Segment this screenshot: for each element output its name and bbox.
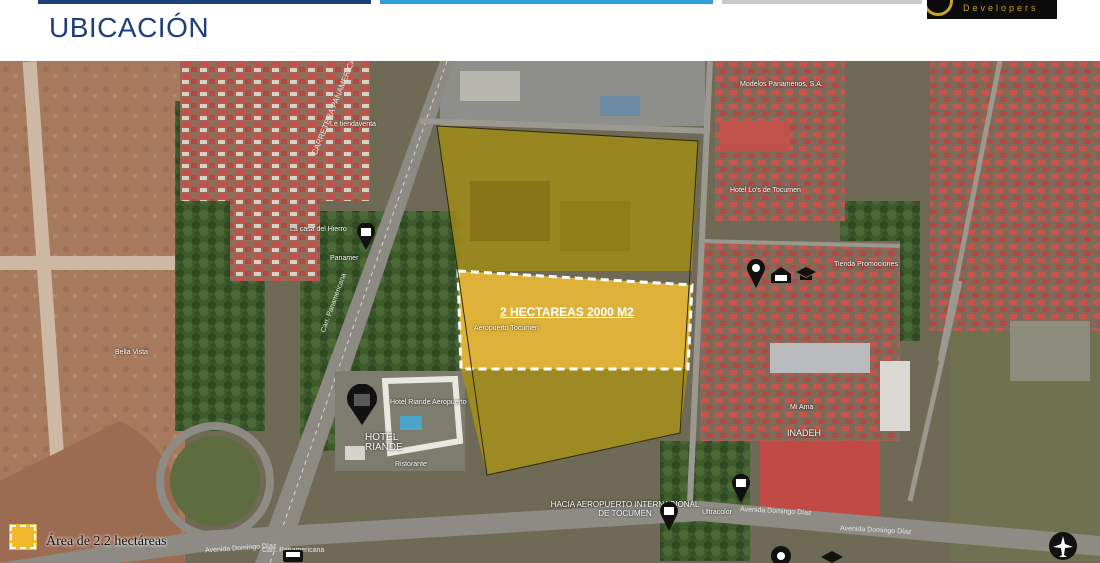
- place-label: Aeropuerto Tocumen: [474, 325, 539, 332]
- satellite-map: 2 HECTAREAS 2000 M2 Modelos Panamenos, S…: [0, 61, 1100, 563]
- place-label: Tienda Promociones: [834, 261, 898, 268]
- bus-stop-icon: [732, 474, 750, 503]
- area-size-label: 2 HECTAREAS 2000 M2: [500, 305, 634, 319]
- place-label: Ultracolor: [702, 509, 732, 516]
- bus-stop-icon: [357, 223, 375, 250]
- school-icon: [796, 267, 816, 280]
- map-pin-icon: [347, 384, 377, 425]
- bus-stop-icon: [660, 502, 678, 531]
- hotel-label-line2: RIANDE: [365, 442, 403, 453]
- place-label: Panamer: [330, 255, 359, 262]
- place-label: Mi Ama: [790, 404, 814, 411]
- legend-swatch: [9, 524, 37, 550]
- company-logo: Developers: [927, 0, 1057, 19]
- map-legend: Área de 2.2 hectáreas: [0, 521, 260, 563]
- header-accent-bar-3: [722, 0, 922, 4]
- place-label: Ristorante: [395, 461, 427, 468]
- place-label: Hotel Riande Aeropuerto: [390, 399, 467, 406]
- inadeh-label: INADEH: [787, 428, 822, 438]
- place-label: Modelos Panamenos, S.A.: [740, 81, 823, 88]
- place-label: Le tiendaventa: [330, 121, 376, 128]
- school-icon: [821, 551, 843, 563]
- legend-label: Área de 2.2 hectáreas: [46, 534, 167, 549]
- hotel-label: HOTEL RIANDE: [365, 433, 403, 453]
- header-accent-bar-2: [380, 0, 713, 4]
- place-label: Bella Vista: [115, 349, 148, 356]
- bus-stop-icon: [283, 550, 303, 562]
- page-title: UBICACIÓN: [49, 12, 210, 43]
- logo-text: Developers: [963, 3, 1039, 13]
- header-accent-bar-1: [38, 0, 371, 4]
- g-logo-icon: [927, 0, 953, 16]
- map-pin-icon: [747, 259, 765, 288]
- airplane-icon: [1049, 532, 1077, 560]
- place-label: Hotel Lo's de Tocumen: [730, 187, 801, 194]
- place-label: La casa del Hierro: [290, 226, 347, 233]
- map-pin-icon: [771, 546, 791, 563]
- store-icon: [771, 267, 791, 283]
